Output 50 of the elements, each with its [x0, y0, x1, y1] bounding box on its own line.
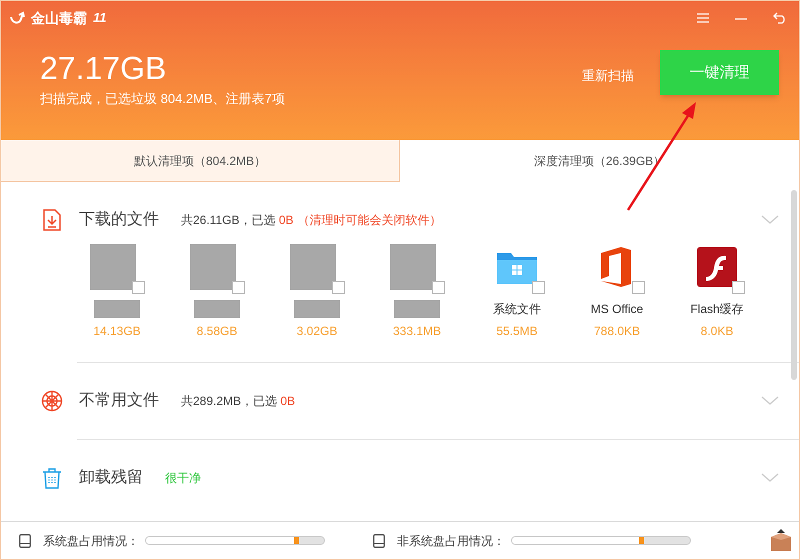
redacted-block	[394, 300, 440, 318]
expand-chevron-icon[interactable]	[761, 396, 779, 406]
item-size: 8.0KB	[700, 323, 734, 340]
item-size: 8.58GB	[196, 323, 238, 340]
section-title: 卸载残留	[79, 468, 143, 488]
item-label: MS Office	[590, 301, 644, 318]
checkbox[interactable]	[132, 281, 145, 294]
tab[interactable]: 默认清理项（804.2MB）	[1, 140, 400, 182]
back-arrow-icon[interactable]	[773, 12, 787, 24]
download-file-icon	[41, 209, 63, 231]
redacted-block	[294, 300, 340, 318]
disk-usage-label: 系统盘占用情况：	[43, 532, 139, 550]
section-title: 下载的文件	[79, 210, 159, 230]
item-size: 55.5MB	[496, 323, 538, 340]
section-title: 不常用文件	[79, 390, 159, 411]
checkbox[interactable]	[632, 281, 645, 294]
redacted-block	[90, 244, 136, 290]
checkbox[interactable]	[532, 281, 545, 294]
item-size: 333.1MB	[392, 323, 442, 340]
section-summary: 共26.11GB，已选 0B （清理时可能会关闭软件）	[181, 212, 442, 229]
redacted-block	[390, 244, 436, 290]
redacted-block	[194, 300, 240, 318]
expand-chevron-icon[interactable]	[761, 473, 779, 483]
version-number: 11	[93, 9, 106, 28]
item-size: 14.13GB	[93, 323, 141, 340]
app-title: 金山毒霸	[31, 8, 87, 28]
web-icon	[41, 390, 63, 412]
scan-summary: 扫描完成，已选垃圾 804.2MB、注册表7项	[40, 90, 286, 108]
redacted-block	[290, 244, 336, 290]
menu-icon[interactable]	[697, 13, 709, 23]
redacted-block	[190, 244, 236, 290]
total-size: 27.17GB	[40, 49, 168, 87]
checkbox[interactable]	[732, 281, 745, 294]
status-text: 很干净	[165, 470, 201, 487]
checkbox[interactable]	[332, 281, 345, 294]
disk-usage-label: 非系统盘占用情况：	[397, 532, 505, 550]
scrollbar-thumb[interactable]	[791, 190, 797, 380]
item-size: 3.02GB	[296, 323, 338, 340]
expand-chevron-icon[interactable]	[761, 215, 779, 225]
item-size: 788.0KB	[594, 323, 640, 340]
trash-icon	[41, 467, 63, 489]
item-label: 系统文件	[493, 301, 541, 318]
logo-icon	[9, 10, 25, 26]
item-label: Flash缓存	[690, 301, 744, 318]
package-icon[interactable]	[769, 528, 793, 552]
checkbox[interactable]	[232, 281, 245, 294]
section-summary: 共289.2MB，已选 0B	[181, 393, 296, 410]
checkbox[interactable]	[432, 281, 445, 294]
redacted-block	[94, 300, 140, 318]
flash-logo-icon	[695, 245, 739, 289]
